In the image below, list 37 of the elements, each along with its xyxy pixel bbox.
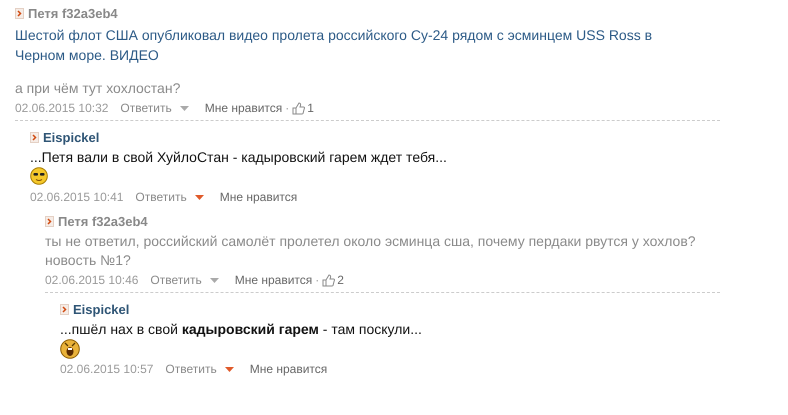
reply-link[interactable]: Ответить <box>120 101 189 115</box>
comment-time: 02.06.2015 10:46 <box>45 273 138 287</box>
reply-link[interactable]: Ответить <box>135 190 204 204</box>
arrow-marker-icon <box>60 304 69 314</box>
comment-time: 02.06.2015 10:32 <box>15 101 108 115</box>
author-link[interactable]: Петя f32a3eb4 <box>58 214 148 228</box>
comment-text: ты не ответил, российский самолёт пролетел около эсминца сша, почему пердаки рвутся у хохлов? новость №1? <box>45 232 697 270</box>
screaming-smiley-icon <box>60 339 80 359</box>
sunglasses-smiley-icon <box>30 167 48 185</box>
thumbs-up-icon[interactable] <box>292 102 306 114</box>
author-link[interactable]: Eispickel <box>73 302 130 316</box>
author-link[interactable]: Eispickel <box>43 130 100 144</box>
like-link[interactable]: Мне нравится <box>204 101 282 115</box>
caret-icon <box>224 366 234 372</box>
article-link[interactable]: Шестой флот США опубликовал видео пролета российского Су-24 рядом с эсминцем USS Ross в Черном море. ВИДЕО <box>15 25 655 65</box>
reply-link[interactable]: Ответить <box>150 273 219 287</box>
reply-link[interactable]: Ответить <box>165 362 234 376</box>
like-link[interactable]: Мне нравится <box>220 190 298 204</box>
separator-dot: · <box>315 273 320 287</box>
caret-icon <box>180 106 189 110</box>
comment-time: 02.06.2015 10:41 <box>30 190 124 204</box>
arrow-marker-icon <box>45 216 54 226</box>
comment-text: ...Петя вали в свой ХуйлоСтан - кадыровский гарем ждет тебя... <box>30 148 448 167</box>
separator-dot: · <box>285 101 290 115</box>
arrow-marker-icon <box>15 8 24 18</box>
author-link[interactable]: Петя f32a3eb4 <box>28 6 118 20</box>
comment-text: ...пшёл нах в свой кадыровский гарем - там поскули... <box>60 320 423 339</box>
like-link[interactable]: Мне нравится <box>234 273 312 287</box>
comment-time: 02.06.2015 10:57 <box>60 362 154 376</box>
comment-text: а при чём тут хохлостан? <box>15 79 182 98</box>
like-count: 1 <box>307 101 314 115</box>
like-count: 2 <box>337 273 344 287</box>
caret-icon <box>210 278 219 282</box>
arrow-marker-icon <box>30 132 39 142</box>
caret-icon <box>194 194 204 200</box>
like-link[interactable]: Мне нравится <box>250 362 328 376</box>
thumbs-up-icon[interactable] <box>322 274 336 286</box>
